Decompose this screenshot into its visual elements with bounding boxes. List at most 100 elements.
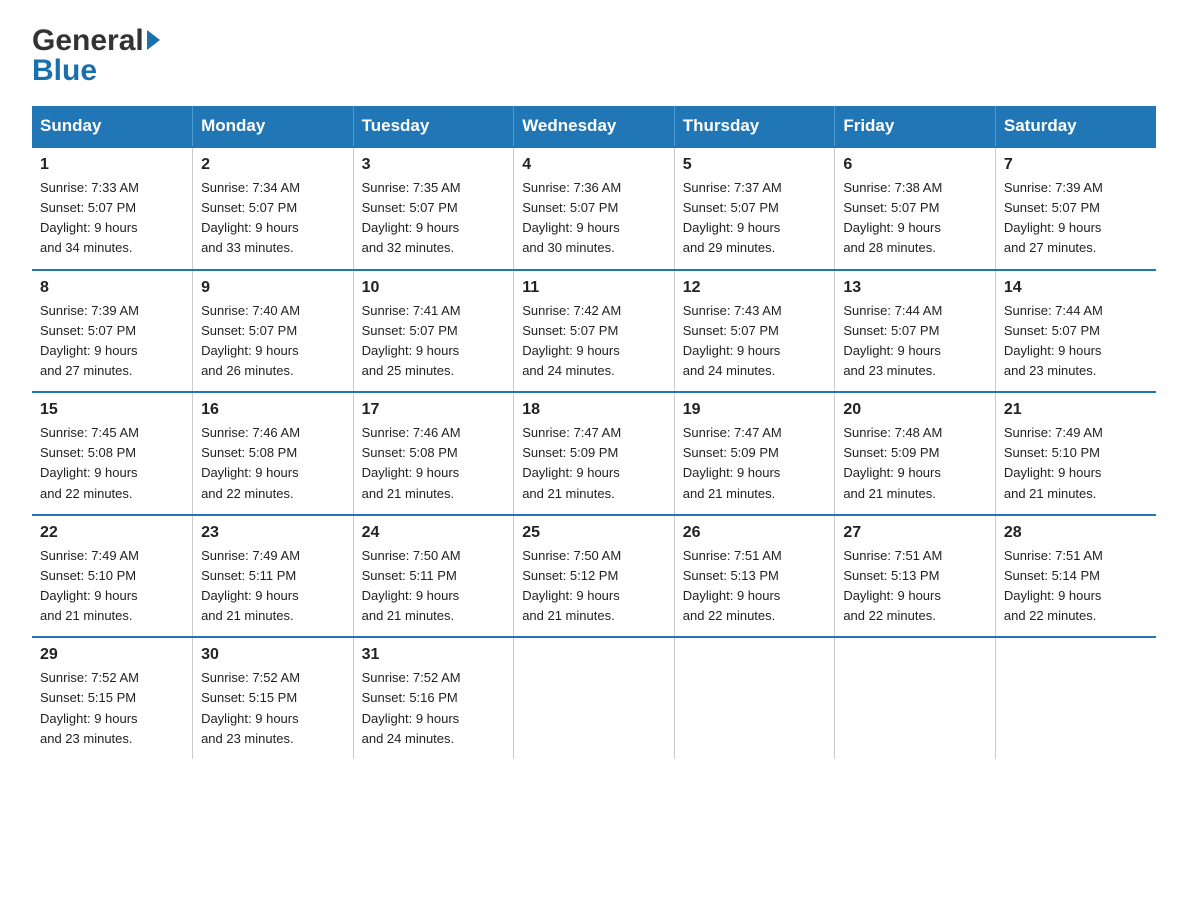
day-info: Sunrise: 7:46 AMSunset: 5:08 PMDaylight:… bbox=[362, 423, 506, 504]
day-number: 24 bbox=[362, 524, 506, 542]
day-info: Sunrise: 7:35 AMSunset: 5:07 PMDaylight:… bbox=[362, 178, 506, 259]
day-number: 26 bbox=[683, 524, 827, 542]
day-info: Sunrise: 7:49 AMSunset: 5:11 PMDaylight:… bbox=[201, 546, 345, 627]
col-header-thursday: Thursday bbox=[674, 106, 835, 147]
calendar-week-row: 8 Sunrise: 7:39 AMSunset: 5:07 PMDayligh… bbox=[32, 270, 1156, 393]
day-info: Sunrise: 7:44 AMSunset: 5:07 PMDaylight:… bbox=[1004, 301, 1148, 382]
calendar-cell: 2 Sunrise: 7:34 AMSunset: 5:07 PMDayligh… bbox=[193, 147, 354, 270]
calendar-cell: 22 Sunrise: 7:49 AMSunset: 5:10 PMDaylig… bbox=[32, 515, 193, 638]
day-info: Sunrise: 7:46 AMSunset: 5:08 PMDaylight:… bbox=[201, 423, 345, 504]
day-info: Sunrise: 7:48 AMSunset: 5:09 PMDaylight:… bbox=[843, 423, 987, 504]
calendar-cell: 24 Sunrise: 7:50 AMSunset: 5:11 PMDaylig… bbox=[353, 515, 514, 638]
calendar-header-row: SundayMondayTuesdayWednesdayThursdayFrid… bbox=[32, 106, 1156, 147]
calendar-cell: 28 Sunrise: 7:51 AMSunset: 5:14 PMDaylig… bbox=[995, 515, 1156, 638]
day-info: Sunrise: 7:44 AMSunset: 5:07 PMDaylight:… bbox=[843, 301, 987, 382]
calendar-cell: 27 Sunrise: 7:51 AMSunset: 5:13 PMDaylig… bbox=[835, 515, 996, 638]
day-number: 2 bbox=[201, 156, 345, 174]
calendar-cell: 4 Sunrise: 7:36 AMSunset: 5:07 PMDayligh… bbox=[514, 147, 675, 270]
day-number: 6 bbox=[843, 156, 987, 174]
day-info: Sunrise: 7:45 AMSunset: 5:08 PMDaylight:… bbox=[40, 423, 184, 504]
calendar-cell: 18 Sunrise: 7:47 AMSunset: 5:09 PMDaylig… bbox=[514, 392, 675, 515]
day-number: 7 bbox=[1004, 156, 1148, 174]
calendar-cell: 16 Sunrise: 7:46 AMSunset: 5:08 PMDaylig… bbox=[193, 392, 354, 515]
calendar-cell: 23 Sunrise: 7:49 AMSunset: 5:11 PMDaylig… bbox=[193, 515, 354, 638]
calendar-cell: 1 Sunrise: 7:33 AMSunset: 5:07 PMDayligh… bbox=[32, 147, 193, 270]
calendar-cell: 13 Sunrise: 7:44 AMSunset: 5:07 PMDaylig… bbox=[835, 270, 996, 393]
day-info: Sunrise: 7:49 AMSunset: 5:10 PMDaylight:… bbox=[40, 546, 184, 627]
calendar-cell: 21 Sunrise: 7:49 AMSunset: 5:10 PMDaylig… bbox=[995, 392, 1156, 515]
calendar-week-row: 1 Sunrise: 7:33 AMSunset: 5:07 PMDayligh… bbox=[32, 147, 1156, 270]
day-number: 16 bbox=[201, 401, 345, 419]
day-info: Sunrise: 7:50 AMSunset: 5:12 PMDaylight:… bbox=[522, 546, 666, 627]
calendar-cell bbox=[514, 637, 675, 759]
day-info: Sunrise: 7:47 AMSunset: 5:09 PMDaylight:… bbox=[683, 423, 827, 504]
calendar-cell bbox=[995, 637, 1156, 759]
day-info: Sunrise: 7:39 AMSunset: 5:07 PMDaylight:… bbox=[40, 301, 184, 382]
day-number: 29 bbox=[40, 646, 184, 664]
calendar-cell: 17 Sunrise: 7:46 AMSunset: 5:08 PMDaylig… bbox=[353, 392, 514, 515]
day-info: Sunrise: 7:34 AMSunset: 5:07 PMDaylight:… bbox=[201, 178, 345, 259]
calendar-cell: 29 Sunrise: 7:52 AMSunset: 5:15 PMDaylig… bbox=[32, 637, 193, 759]
day-number: 31 bbox=[362, 646, 506, 664]
day-info: Sunrise: 7:51 AMSunset: 5:13 PMDaylight:… bbox=[683, 546, 827, 627]
day-number: 15 bbox=[40, 401, 184, 419]
day-info: Sunrise: 7:52 AMSunset: 5:15 PMDaylight:… bbox=[201, 668, 345, 749]
day-info: Sunrise: 7:41 AMSunset: 5:07 PMDaylight:… bbox=[362, 301, 506, 382]
calendar-cell: 3 Sunrise: 7:35 AMSunset: 5:07 PMDayligh… bbox=[353, 147, 514, 270]
calendar-cell: 8 Sunrise: 7:39 AMSunset: 5:07 PMDayligh… bbox=[32, 270, 193, 393]
day-number: 9 bbox=[201, 279, 345, 297]
day-info: Sunrise: 7:49 AMSunset: 5:10 PMDaylight:… bbox=[1004, 423, 1148, 504]
day-number: 3 bbox=[362, 156, 506, 174]
calendar-cell bbox=[835, 637, 996, 759]
day-number: 19 bbox=[683, 401, 827, 419]
col-header-saturday: Saturday bbox=[995, 106, 1156, 147]
logo-arrow-icon bbox=[147, 30, 160, 50]
day-info: Sunrise: 7:36 AMSunset: 5:07 PMDaylight:… bbox=[522, 178, 666, 259]
day-number: 18 bbox=[522, 401, 666, 419]
page-header: General Blue bbox=[32, 24, 1156, 88]
day-number: 22 bbox=[40, 524, 184, 542]
calendar-cell: 19 Sunrise: 7:47 AMSunset: 5:09 PMDaylig… bbox=[674, 392, 835, 515]
calendar-cell: 7 Sunrise: 7:39 AMSunset: 5:07 PMDayligh… bbox=[995, 147, 1156, 270]
day-info: Sunrise: 7:39 AMSunset: 5:07 PMDaylight:… bbox=[1004, 178, 1148, 259]
day-number: 5 bbox=[683, 156, 827, 174]
logo-general-text: General bbox=[32, 24, 144, 58]
day-number: 8 bbox=[40, 279, 184, 297]
day-number: 12 bbox=[683, 279, 827, 297]
day-info: Sunrise: 7:51 AMSunset: 5:14 PMDaylight:… bbox=[1004, 546, 1148, 627]
calendar-cell: 11 Sunrise: 7:42 AMSunset: 5:07 PMDaylig… bbox=[514, 270, 675, 393]
day-info: Sunrise: 7:40 AMSunset: 5:07 PMDaylight:… bbox=[201, 301, 345, 382]
calendar-cell: 5 Sunrise: 7:37 AMSunset: 5:07 PMDayligh… bbox=[674, 147, 835, 270]
col-header-wednesday: Wednesday bbox=[514, 106, 675, 147]
logo: General Blue bbox=[32, 24, 160, 88]
calendar-cell: 12 Sunrise: 7:43 AMSunset: 5:07 PMDaylig… bbox=[674, 270, 835, 393]
day-info: Sunrise: 7:38 AMSunset: 5:07 PMDaylight:… bbox=[843, 178, 987, 259]
col-header-sunday: Sunday bbox=[32, 106, 193, 147]
day-number: 27 bbox=[843, 524, 987, 542]
calendar-cell: 15 Sunrise: 7:45 AMSunset: 5:08 PMDaylig… bbox=[32, 392, 193, 515]
calendar-cell: 25 Sunrise: 7:50 AMSunset: 5:12 PMDaylig… bbox=[514, 515, 675, 638]
day-info: Sunrise: 7:33 AMSunset: 5:07 PMDaylight:… bbox=[40, 178, 184, 259]
calendar-week-row: 15 Sunrise: 7:45 AMSunset: 5:08 PMDaylig… bbox=[32, 392, 1156, 515]
day-number: 14 bbox=[1004, 279, 1148, 297]
day-number: 4 bbox=[522, 156, 666, 174]
col-header-monday: Monday bbox=[193, 106, 354, 147]
day-number: 11 bbox=[522, 279, 666, 297]
day-number: 1 bbox=[40, 156, 184, 174]
day-info: Sunrise: 7:47 AMSunset: 5:09 PMDaylight:… bbox=[522, 423, 666, 504]
calendar-table: SundayMondayTuesdayWednesdayThursdayFrid… bbox=[32, 106, 1156, 759]
calendar-cell: 31 Sunrise: 7:52 AMSunset: 5:16 PMDaylig… bbox=[353, 637, 514, 759]
calendar-cell: 10 Sunrise: 7:41 AMSunset: 5:07 PMDaylig… bbox=[353, 270, 514, 393]
day-info: Sunrise: 7:50 AMSunset: 5:11 PMDaylight:… bbox=[362, 546, 506, 627]
calendar-cell: 20 Sunrise: 7:48 AMSunset: 5:09 PMDaylig… bbox=[835, 392, 996, 515]
col-header-tuesday: Tuesday bbox=[353, 106, 514, 147]
day-number: 30 bbox=[201, 646, 345, 664]
col-header-friday: Friday bbox=[835, 106, 996, 147]
calendar-cell: 9 Sunrise: 7:40 AMSunset: 5:07 PMDayligh… bbox=[193, 270, 354, 393]
day-number: 21 bbox=[1004, 401, 1148, 419]
day-number: 25 bbox=[522, 524, 666, 542]
day-info: Sunrise: 7:37 AMSunset: 5:07 PMDaylight:… bbox=[683, 178, 827, 259]
day-info: Sunrise: 7:52 AMSunset: 5:15 PMDaylight:… bbox=[40, 668, 184, 749]
day-number: 20 bbox=[843, 401, 987, 419]
calendar-cell: 6 Sunrise: 7:38 AMSunset: 5:07 PMDayligh… bbox=[835, 147, 996, 270]
